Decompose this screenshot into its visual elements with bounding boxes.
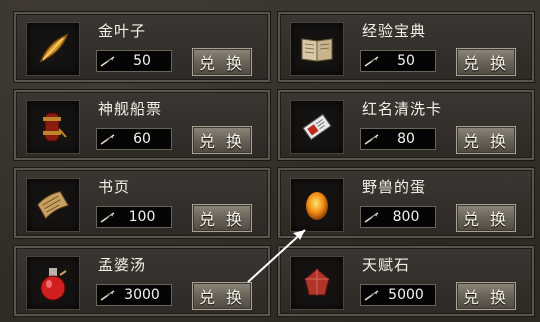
item-card-gold-leaf: 金叶子 50 兑 换: [14, 12, 270, 82]
exchange-button[interactable]: 兑 换: [192, 48, 252, 76]
item-name: 书页: [98, 178, 131, 196]
item-card-beast-egg: 野兽的蛋 800 兑 换: [278, 168, 534, 238]
talent-stone-icon: [304, 268, 330, 296]
exchange-button[interactable]: 兑 换: [456, 204, 516, 232]
price-value: 100: [128, 209, 156, 225]
item-card-experience-book: 经验宝典 50 兑 换: [278, 12, 534, 82]
price-value: 5000: [388, 287, 424, 303]
item-card-red-name-card: 红名清洗卡 80 兑 换: [278, 90, 534, 160]
price-field: 3000: [96, 284, 172, 306]
item-name: 红名清洗卡: [362, 100, 443, 118]
item-icon-slot: [290, 22, 344, 76]
item-name: 神舰船票: [98, 100, 163, 118]
item-icon-slot: [290, 178, 344, 232]
item-name: 经验宝典: [362, 22, 427, 40]
exchange-button[interactable]: 兑 换: [456, 282, 516, 310]
ship-ticket-icon: [43, 112, 67, 142]
feather-currency-icon: [361, 289, 383, 301]
item-name: 金叶子: [98, 22, 147, 40]
potion-icon: [40, 268, 67, 301]
exchange-button[interactable]: 兑 换: [456, 48, 516, 76]
price-value: 60: [133, 131, 151, 147]
price-field: 100: [96, 206, 172, 228]
item-icon-slot: [26, 178, 80, 232]
item-name: 天赋石: [362, 256, 411, 274]
book-page-icon: [37, 191, 70, 220]
feather-currency-icon: [361, 133, 383, 145]
item-icon-slot: [26, 100, 80, 154]
item-icon-slot: [26, 256, 80, 310]
price-value: 50: [397, 53, 415, 69]
price-field: 60: [96, 128, 172, 150]
item-card-book-page: 书页 100 兑 换: [14, 168, 270, 238]
price-value: 80: [397, 131, 415, 147]
item-icon-slot: [290, 256, 344, 310]
price-value: 800: [392, 209, 420, 225]
exchange-button[interactable]: 兑 换: [456, 126, 516, 154]
item-icon-slot: [26, 22, 80, 76]
price-field: 800: [360, 206, 436, 228]
exchange-button[interactable]: 兑 换: [192, 204, 252, 232]
item-name: 孟婆汤: [98, 256, 147, 274]
experience-book-icon: [301, 38, 333, 62]
price-value: 50: [133, 53, 151, 69]
exchange-button[interactable]: 兑 换: [192, 126, 252, 154]
beast-egg-icon: [306, 192, 328, 220]
price-field: 5000: [360, 284, 436, 306]
feather-currency-icon: [361, 211, 383, 223]
exchange-button[interactable]: 兑 换: [192, 282, 252, 310]
item-name: 野兽的蛋: [362, 178, 427, 196]
price-field: 50: [360, 50, 436, 72]
item-card-ship-ticket: 神舰船票 60 兑 换: [14, 90, 270, 160]
price-value: 3000: [124, 287, 160, 303]
feather-currency-icon: [97, 289, 119, 301]
item-card-talent-stone: 天赋石 5000 兑 换: [278, 246, 534, 316]
feather-currency-icon: [97, 133, 119, 145]
price-field: 50: [96, 50, 172, 72]
gold-leaf-icon: [39, 33, 69, 63]
item-card-potion: 孟婆汤 3000 兑 换: [14, 246, 270, 316]
red-name-card-icon: [302, 113, 332, 141]
price-field: 80: [360, 128, 436, 150]
item-icon-slot: [290, 100, 344, 154]
feather-currency-icon: [361, 55, 383, 67]
feather-currency-icon: [97, 211, 119, 223]
feather-currency-icon: [97, 55, 119, 67]
exchange-grid: 金叶子 50 兑 换 经验宝典 50 兑 换 神舰船票 60 兑 换 红名清洗卡…: [0, 0, 540, 322]
